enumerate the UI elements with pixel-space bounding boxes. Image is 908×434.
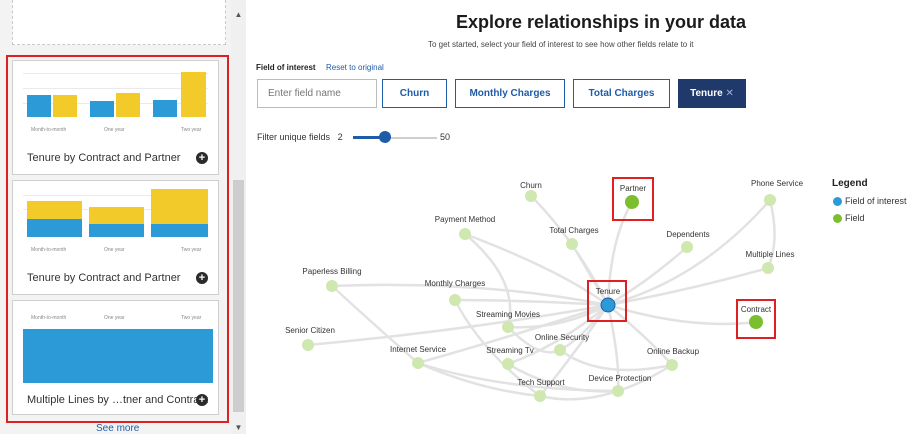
bar (27, 95, 51, 117)
filter-slider-thumb[interactable] (379, 131, 391, 143)
axis-label: One year (104, 127, 125, 133)
node-label: Payment Method (435, 215, 495, 224)
bar (89, 207, 144, 224)
field-name-input[interactable] (257, 79, 377, 108)
field-chip-tenure[interactable]: Tenure ✕ (678, 79, 746, 108)
legend-label: Field of interest (845, 196, 907, 206)
node-label: Dependents (666, 230, 709, 239)
field-of-interest-label: Field of interest (256, 63, 316, 72)
card-title: Tenure by Contract and Partner (27, 272, 181, 284)
bar (89, 224, 144, 237)
scroll-up-icon[interactable]: ▲ (231, 10, 246, 19)
add-icon[interactable]: + (196, 152, 208, 164)
node-label: Multiple Lines (746, 250, 795, 259)
axis-label: One year (104, 247, 125, 253)
node-partner[interactable] (625, 195, 639, 209)
node-dependents[interactable] (681, 241, 693, 253)
node-contract[interactable] (749, 315, 763, 329)
bar (151, 224, 208, 237)
node-streaming-tv[interactable] (502, 358, 514, 370)
filter-text: Filter unique fields (257, 132, 331, 142)
add-icon[interactable]: + (196, 272, 208, 284)
node-label: Streaming Movies (476, 310, 540, 319)
node-label: Partner (620, 184, 647, 193)
node-total-charges[interactable] (566, 238, 578, 250)
node-label: Senior Citizen (285, 326, 335, 335)
legend-dot-field (833, 214, 842, 223)
node-label: Tech Support (517, 378, 565, 387)
legend-dot-field-of-interest (833, 197, 842, 206)
node-tech-support[interactable] (534, 390, 546, 402)
empty-card-placeholder (12, 0, 226, 45)
bar (153, 100, 177, 117)
node-label: Total Charges (549, 226, 598, 235)
axis-label: Two year (181, 127, 202, 133)
axis-label: Two year (181, 315, 202, 321)
node-label: Online Backup (647, 347, 700, 356)
node-multiple-lines[interactable] (762, 262, 774, 274)
legend-label: Field (845, 213, 865, 223)
chart-card-2[interactable]: Month-to-month One year Two year Tenure … (12, 180, 219, 295)
node-monthly-charges[interactable] (449, 294, 461, 306)
filter-max: 50 (440, 132, 451, 142)
node-label: Tenure (596, 287, 621, 296)
legend-title: Legend (832, 178, 868, 189)
node-label: Paperless Billing (302, 267, 361, 276)
node-label: Phone Service (751, 179, 804, 188)
bar (116, 93, 140, 117)
field-chip-monthly-charges[interactable]: Monthly Charges (455, 79, 565, 108)
card-title: Tenure by Contract and Partner (27, 152, 181, 164)
node-label: Device Protection (589, 374, 652, 383)
relationship-graph[interactable]: Churn Partner Phone Service Payment Meth… (246, 150, 908, 434)
field-chip-churn[interactable]: Churn (382, 79, 447, 108)
node-paperless-billing[interactable] (326, 280, 338, 292)
filter-label: Filter unique fields 2 (257, 132, 343, 142)
add-icon[interactable]: + (196, 394, 208, 406)
field-chip-total-charges[interactable]: Total Charges (573, 79, 670, 108)
filter-min: 2 (337, 132, 343, 142)
reset-to-original-link[interactable]: Reset to original (326, 63, 384, 72)
node-label: Monthly Charges (425, 279, 485, 288)
node-tenure[interactable] (600, 297, 616, 313)
page-subtitle: To get started, select your field of int… (428, 40, 694, 49)
scrollbar-thumb[interactable] (233, 180, 244, 412)
axis-label: Month-to-month (31, 315, 67, 321)
bar (23, 329, 213, 383)
node-senior-citizen[interactable] (302, 339, 314, 351)
node-streaming-movies[interactable] (502, 321, 514, 333)
page-title: Explore relationships in your data (456, 12, 747, 32)
node-phone-service[interactable] (764, 194, 776, 206)
axis-label: Month-to-month (31, 247, 67, 253)
bar (181, 72, 206, 117)
node-online-backup[interactable] (666, 359, 678, 371)
node-label: Streaming Tv (486, 346, 533, 355)
node-online-security[interactable] (554, 344, 566, 356)
see-more-link[interactable]: See more (96, 423, 139, 434)
chart-card-3[interactable]: Month-to-month One year Two year Multipl… (12, 300, 219, 415)
node-device-protection[interactable] (612, 385, 624, 397)
axis-label: Month-to-month (31, 127, 67, 133)
bar (27, 201, 82, 219)
chart-card-1[interactable]: Month-to-month One year Two year Tenure … (12, 60, 219, 175)
node-internet-service[interactable] (412, 357, 424, 369)
bar (53, 95, 77, 117)
node-churn[interactable] (525, 190, 537, 202)
bar (27, 219, 82, 237)
axis-label: One year (104, 315, 125, 321)
axis-label: Two year (181, 247, 202, 253)
node-label: Churn (520, 181, 542, 190)
node-label: Internet Service (390, 345, 447, 354)
chip-label: Tenure (690, 88, 723, 99)
bar (151, 189, 208, 224)
node-label: Online Security (535, 333, 589, 342)
scroll-down-icon[interactable]: ▼ (231, 423, 246, 432)
card-title: Multiple Lines by …tner and Contract (27, 394, 208, 406)
close-icon[interactable]: ✕ (726, 88, 734, 99)
node-label: Contract (741, 305, 772, 314)
bar (90, 101, 114, 117)
node-payment-method[interactable] (459, 228, 471, 240)
